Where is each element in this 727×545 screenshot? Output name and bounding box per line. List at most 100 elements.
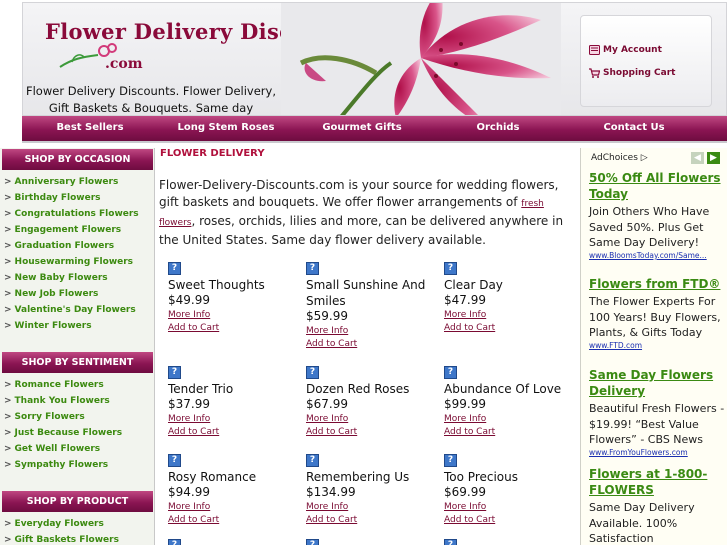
ad-title[interactable]: 50% Off All Flowers Today xyxy=(589,170,724,202)
product-card-dozen-red-roses: ? Dozen Red Roses $67.99 More Info Add t… xyxy=(306,366,436,441)
intro-paragraph: Flower-Delivery-Discounts.com is your so… xyxy=(159,178,564,247)
sidebar-link-gift-baskets[interactable]: > Gift Baskets Flowers xyxy=(4,535,119,545)
nav-gourmet-gifts[interactable]: Gourmet Gifts xyxy=(294,116,430,141)
product-price: $47.99 xyxy=(444,293,486,307)
add-to-cart-link[interactable]: Add to Cart xyxy=(444,323,495,333)
account-icon xyxy=(589,45,600,55)
site-header: Flower Delivery Discounts .com Flower De… xyxy=(22,2,727,116)
nav-orchids[interactable]: Orchids xyxy=(430,116,566,141)
sidebar-link-congratulations[interactable]: > Congratulations Flowers xyxy=(4,209,139,219)
sidebar-link-sympathy[interactable]: > Sympathy Flowers xyxy=(4,460,108,470)
account-box: My Account Shopping Cart xyxy=(580,15,712,107)
product-image-placeholder-icon[interactable]: ? xyxy=(168,262,181,275)
nav-contact-us[interactable]: Contact Us xyxy=(566,116,702,141)
sidebar-link-housewarming[interactable]: > Housewarming Flowers xyxy=(4,257,133,267)
main-content: FLOWER DELIVERY Flower-Delivery-Discount… xyxy=(156,148,579,545)
more-info-link[interactable]: More Info xyxy=(444,414,486,424)
product-image-placeholder-icon[interactable]: ? xyxy=(444,454,457,467)
page-heading: FLOWER DELIVERY xyxy=(160,148,265,159)
product-card-remembering-us: ? Remembering Us $134.99 More Info Add t… xyxy=(306,454,436,529)
sidebar-link-new-job[interactable]: > New Job Flowers xyxy=(4,289,98,299)
more-info-link[interactable]: More Info xyxy=(444,310,486,320)
product-image-placeholder-icon[interactable]: ? xyxy=(444,539,457,545)
add-to-cart-link[interactable]: Add to Cart xyxy=(168,323,219,333)
product-card-too-precious: ? Too Precious $69.99 More Info Add to C… xyxy=(444,454,574,529)
product-name: Abundance Of Love xyxy=(444,382,562,396)
product-card-abundance-of-love: ? Abundance Of Love $99.99 More Info Add… xyxy=(444,366,574,441)
product-card-rosy-romance: ? Rosy Romance $94.99 More Info Add to C… xyxy=(168,454,298,529)
adchoices-label[interactable]: AdChoices ▷ xyxy=(591,153,648,163)
sidebar-link-just-because[interactable]: > Just Because Flowers xyxy=(4,428,122,438)
sidebar-link-new-baby[interactable]: > New Baby Flowers xyxy=(4,273,108,283)
ad-url[interactable]: www.FTD.com xyxy=(589,341,642,350)
my-account-link[interactable]: My Account xyxy=(589,45,662,55)
product-image-placeholder-icon[interactable]: ? xyxy=(168,454,181,467)
product-name: Clear Day xyxy=(444,278,503,292)
add-to-cart-link[interactable]: Add to Cart xyxy=(168,515,219,525)
product-image-placeholder-icon[interactable]: ? xyxy=(306,262,319,275)
product-card-small-sunshine: ? Small Sunshine And Smiles $59.99 More … xyxy=(306,262,436,352)
sidebar-link-romance[interactable]: > Romance Flowers xyxy=(4,380,104,390)
shopping-cart-link[interactable]: Shopping Cart xyxy=(589,68,675,78)
product-name: Small Sunshine And Smiles xyxy=(306,278,426,308)
shop-by-sentiment-heading: SHOP BY SENTIMENT xyxy=(2,352,153,373)
product-card-clear-day: ? Clear Day $47.99 More Info Add to Cart xyxy=(444,262,574,352)
ad-body: The Flower Experts For 100 Years! Buy Fl… xyxy=(589,295,721,339)
chevron-right-icon[interactable]: ▶ xyxy=(707,152,720,164)
sidebar-link-graduation[interactable]: > Graduation Flowers xyxy=(4,241,114,251)
shop-by-product-heading: SHOP BY PRODUCT xyxy=(2,491,153,512)
more-info-link[interactable]: More Info xyxy=(444,502,486,512)
more-info-link[interactable]: More Info xyxy=(168,310,210,320)
more-info-link[interactable]: More Info xyxy=(306,502,348,512)
main-nav: Best Sellers Long Stem Roses Gourmet Gif… xyxy=(22,116,727,143)
nav-long-stem-roses[interactable]: Long Stem Roses xyxy=(158,116,294,141)
product-name: Rosy Romance xyxy=(168,470,257,484)
sidebar-link-engagement[interactable]: > Engagement Flowers xyxy=(4,225,121,235)
my-account-label: My Account xyxy=(603,45,662,55)
ad-title[interactable]: Same Day Flowers Delivery xyxy=(589,367,724,399)
product-image-placeholder-icon[interactable]: ? xyxy=(168,539,181,545)
chevron-left-icon[interactable]: ◀ xyxy=(691,152,704,164)
ad-sidebar: AdChoices ▷ ◀ ▶ 50% Off All Flowers Toda… xyxy=(580,148,727,545)
product-image-placeholder-icon[interactable]: ? xyxy=(444,366,457,379)
sidebar-link-valentines-day[interactable]: > Valentine's Day Flowers xyxy=(4,305,136,315)
product-image-placeholder-icon[interactable]: ? xyxy=(306,539,319,545)
product-image-placeholder-icon[interactable]: ? xyxy=(444,262,457,275)
category-sidebar: SHOP BY OCCASION > Anniversary Flowers > B… xyxy=(0,148,155,545)
adchoices-icon: ▷ xyxy=(640,153,648,163)
ad-title[interactable]: Flowers from FTD® xyxy=(589,276,724,292)
ad-title[interactable]: Flowers at 1-800-FLOWERS xyxy=(589,466,724,498)
sidebar-link-sorry[interactable]: > Sorry Flowers xyxy=(4,412,85,422)
more-info-link[interactable]: More Info xyxy=(306,414,348,424)
ad-url[interactable]: www.FromYouFlowers.com xyxy=(589,448,688,457)
product-price: $49.99 xyxy=(168,293,210,307)
add-to-cart-link[interactable]: Add to Cart xyxy=(444,427,495,437)
product-price: $59.99 xyxy=(306,309,348,323)
add-to-cart-link[interactable]: Add to Cart xyxy=(306,515,357,525)
product-image-placeholder-icon[interactable]: ? xyxy=(168,366,181,379)
product-image-placeholder-icon[interactable]: ? xyxy=(306,454,319,467)
product-price: $37.99 xyxy=(168,397,210,411)
site-tagline: Flower Delivery Discounts. Flower Delive… xyxy=(26,84,276,115)
sidebar-link-thank-you[interactable]: > Thank You Flowers xyxy=(4,396,110,406)
more-info-link[interactable]: More Info xyxy=(306,326,348,336)
sidebar-link-birthday[interactable]: > Birthday Flowers xyxy=(4,193,101,203)
add-to-cart-link[interactable]: Add to Cart xyxy=(168,427,219,437)
add-to-cart-link[interactable]: Add to Cart xyxy=(306,339,357,349)
add-to-cart-link[interactable]: Add to Cart xyxy=(306,427,357,437)
more-info-link[interactable]: More Info xyxy=(168,502,210,512)
product-price: $134.99 xyxy=(306,485,356,499)
sidebar-link-everyday[interactable]: > Everyday Flowers xyxy=(4,519,104,529)
nav-best-sellers[interactable]: Best Sellers xyxy=(22,116,158,141)
more-info-link[interactable]: More Info xyxy=(168,414,210,424)
sidebar-link-anniversary[interactable]: > Anniversary Flowers xyxy=(4,177,118,187)
sidebar-link-winter[interactable]: > Winter Flowers xyxy=(4,321,92,331)
ad-url[interactable]: www.BloomsToday.com/Same... xyxy=(589,251,707,260)
product-image-placeholder-icon[interactable]: ? xyxy=(306,366,319,379)
product-name: Too Precious xyxy=(444,470,518,484)
ad-body: Join Others Who Have Saved 50%. Plus Get… xyxy=(589,205,710,249)
add-to-cart-link[interactable]: Add to Cart xyxy=(444,515,495,525)
ad-body: Same Day Delivery Available. 100% Satisf… xyxy=(589,501,695,545)
sidebar-link-get-well[interactable]: > Get Well Flowers xyxy=(4,444,100,454)
product-price: $94.99 xyxy=(168,485,210,499)
